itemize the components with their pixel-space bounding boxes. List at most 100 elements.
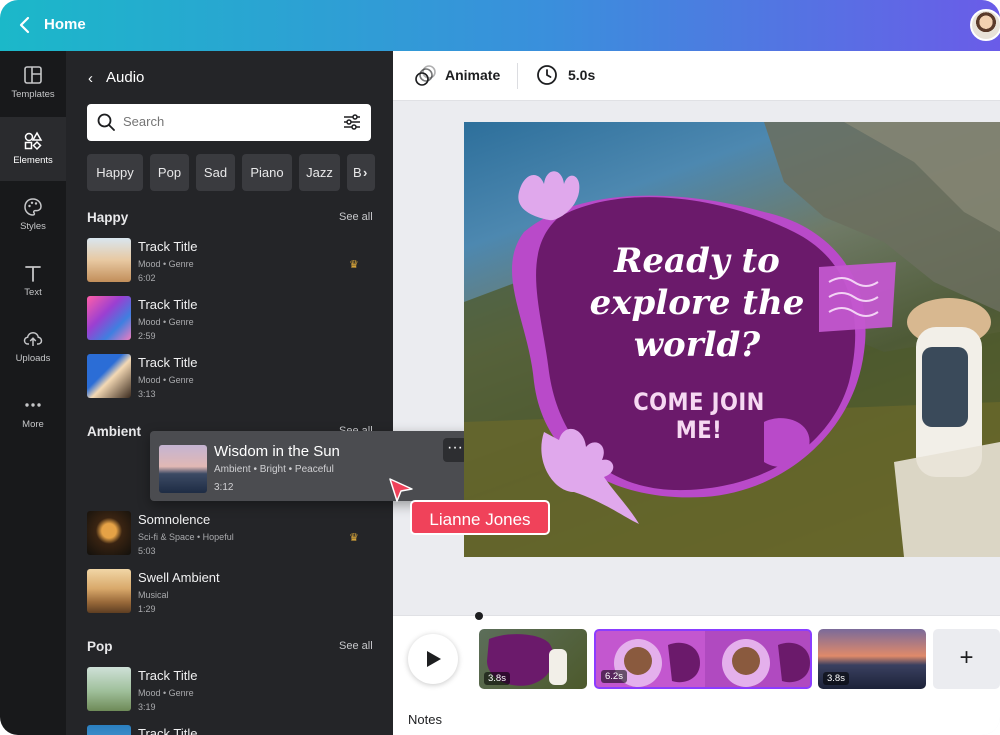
- rail-label: Uploads: [15, 353, 51, 364]
- text-icon: [25, 266, 41, 282]
- templates-icon: [24, 66, 42, 84]
- animate-icon[interactable]: [413, 64, 437, 88]
- track-item[interactable]: Swell Ambient Musical 1:29: [87, 569, 377, 615]
- more-dots-icon: [25, 403, 41, 407]
- track-item[interactable]: Track Title Mood • Genre 3:19: [87, 667, 377, 713]
- track-duration: 3:13: [138, 389, 156, 399]
- add-page-button[interactable]: +: [933, 629, 1000, 689]
- playhead[interactable]: [475, 612, 483, 620]
- track-thumbnail: [87, 725, 131, 735]
- search-box[interactable]: [87, 104, 371, 141]
- clip-preview: [596, 631, 810, 687]
- chevron-left-icon[interactable]: [14, 14, 36, 36]
- track-meta: Mood • Genre: [138, 688, 194, 698]
- track-thumbnail: [87, 511, 131, 555]
- rail-label: Elements: [13, 155, 53, 166]
- notes-button[interactable]: Notes: [408, 712, 442, 727]
- see-all-link[interactable]: See all: [339, 211, 373, 223]
- play-button[interactable]: [408, 634, 458, 684]
- clock-icon[interactable]: [536, 64, 558, 86]
- track-duration: 3:19: [138, 702, 156, 712]
- chip-jazz[interactable]: Jazz: [299, 154, 340, 191]
- chip-overflow[interactable]: B ›: [347, 154, 375, 191]
- cloud-upload-icon: [23, 331, 43, 346]
- user-avatar[interactable]: [970, 9, 1000, 41]
- track-title: Somnolence: [138, 512, 211, 527]
- track-thumbnail: [87, 296, 131, 340]
- top-bar: Home: [0, 0, 1000, 51]
- track-thumbnail: [87, 354, 131, 398]
- section-title-happy: Happy: [87, 210, 129, 225]
- track-title: Swell Ambient: [138, 570, 220, 585]
- track-thumbnail: [87, 238, 131, 282]
- chip-piano[interactable]: Piano: [242, 154, 292, 191]
- track-meta: Mood • Genre: [138, 259, 194, 269]
- dragged-track-card[interactable]: Wisdom in the Sun Ambient • Bright • Pea…: [150, 431, 474, 501]
- design-canvas[interactable]: Ready to explore the world? COME JOIN ME…: [464, 122, 1000, 557]
- duration-button[interactable]: 5.0s: [568, 67, 595, 83]
- home-link[interactable]: Home: [44, 16, 86, 33]
- rail-item-more[interactable]: More: [0, 381, 66, 445]
- track-item[interactable]: Track Title Mood • Genre 3:13: [87, 354, 377, 400]
- chip-pop[interactable]: Pop: [150, 154, 189, 191]
- track-duration: 1:29: [138, 604, 156, 614]
- track-thumbnail: [87, 569, 131, 613]
- track-title: Track Title: [138, 239, 198, 254]
- track-title: Wisdom in the Sun: [214, 443, 340, 460]
- section-title-ambient: Ambient: [87, 424, 141, 439]
- track-meta: Mood • Genre: [138, 375, 194, 385]
- search-input[interactable]: [123, 114, 323, 129]
- cta-text[interactable]: COME JOIN ME!: [607, 388, 792, 444]
- track-thumbnail: [87, 667, 131, 711]
- crown-icon: ♛: [349, 532, 359, 544]
- chip-happy[interactable]: Happy: [87, 154, 143, 191]
- see-all-link[interactable]: See all: [339, 640, 373, 652]
- track-title: Track Title: [138, 668, 198, 683]
- rail-item-templates[interactable]: Templates: [0, 51, 66, 115]
- rail-label: Text: [24, 287, 42, 298]
- track-item[interactable]: Track Title Mood • Genre 2:59: [87, 296, 377, 342]
- track-item[interactable]: Somnolence Sci-fi & Space • Hopeful 5:03…: [87, 511, 377, 557]
- editor-app: Home Templates Elements Styles Text Uplo…: [0, 0, 1000, 735]
- toolbar-divider: [517, 63, 518, 89]
- editor-toolbar: Animate 5.0s: [393, 51, 1000, 101]
- rail-label: Styles: [20, 221, 46, 232]
- chevron-left-icon[interactable]: ‹: [88, 70, 93, 87]
- track-duration: 5:03: [138, 546, 156, 556]
- rail-item-styles[interactable]: Styles: [0, 183, 66, 247]
- panel-title: Audio: [106, 69, 145, 86]
- track-title: Track Title: [138, 726, 198, 735]
- rail-label: Templates: [11, 89, 55, 100]
- track-title: Track Title: [138, 355, 198, 370]
- rail-item-uploads[interactable]: Uploads: [0, 315, 66, 379]
- play-icon: [427, 651, 441, 667]
- timeline-clip[interactable]: 3.8s: [818, 629, 926, 689]
- rail-item-text[interactable]: Text: [0, 249, 66, 313]
- headline-text[interactable]: Ready to explore the world?: [567, 240, 827, 366]
- headline-line: explore the: [589, 283, 805, 323]
- section-title-pop: Pop: [87, 639, 113, 654]
- track-duration: 6:02: [138, 273, 156, 283]
- track-duration: 2:59: [138, 331, 156, 341]
- rail-item-elements[interactable]: Elements: [0, 117, 66, 181]
- track-thumbnail: [159, 445, 207, 493]
- track-item[interactable]: Track Title: [87, 725, 377, 735]
- animate-button[interactable]: Animate: [445, 67, 500, 83]
- search-icon: [97, 113, 115, 131]
- chip-label: B: [353, 165, 362, 180]
- clip-duration: 3.8s: [484, 672, 510, 685]
- filter-sliders-icon[interactable]: [342, 112, 362, 132]
- timeline-clip-selected[interactable]: 6.2s: [594, 629, 812, 689]
- track-duration: 3:12: [214, 482, 234, 493]
- chip-sad[interactable]: Sad: [196, 154, 235, 191]
- track-meta: Ambient • Bright • Peaceful: [214, 464, 334, 475]
- chevron-right-icon[interactable]: ›: [363, 154, 367, 191]
- audio-panel: ‹ Audio Happy Pop Sad Piano Jazz B› Happ…: [66, 51, 393, 735]
- elements-icon: [24, 131, 43, 151]
- palette-icon: [24, 198, 42, 216]
- track-item[interactable]: Track Title Mood • Genre 6:02 ♛: [87, 238, 377, 284]
- timeline-clip[interactable]: 3.8s: [479, 629, 587, 689]
- side-rail: Templates Elements Styles Text Uploads M…: [0, 51, 66, 735]
- track-meta: Musical: [138, 590, 169, 600]
- track-meta: Sci-fi & Space • Hopeful: [138, 532, 234, 542]
